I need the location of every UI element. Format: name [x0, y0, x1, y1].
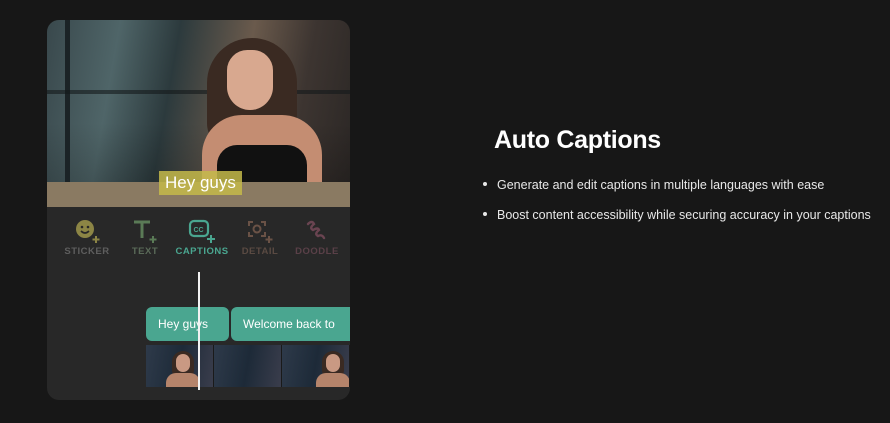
detail-icon [230, 216, 290, 246]
feature-bullets: Generate and edit captions in multiple l… [482, 178, 871, 238]
feature-bullet: Boost content accessibility while securi… [482, 208, 871, 238]
person-face [227, 50, 273, 110]
video-preview: Hey guys [47, 20, 350, 207]
text-icon [115, 216, 175, 246]
tool-doodle[interactable]: DOODLE [287, 216, 347, 257]
svg-text:CC: CC [194, 227, 204, 234]
doodle-icon [287, 216, 347, 246]
video-thumbnail [282, 345, 350, 387]
tool-label: CAPTIONS [175, 246, 229, 257]
feature-title: Auto Captions [494, 126, 661, 154]
feature-bullet: Generate and edit captions in multiple l… [482, 178, 871, 208]
tool-label: DETAIL [241, 246, 279, 257]
tool-captions[interactable]: CC CAPTIONS [172, 216, 232, 257]
video-thumbnail [146, 345, 214, 387]
window-frame [65, 20, 70, 207]
tool-label: TEXT [131, 246, 159, 257]
video-track[interactable] [146, 345, 350, 387]
playhead[interactable] [198, 272, 200, 390]
sticker-icon [57, 216, 117, 246]
window-frame-horizontal [47, 90, 350, 94]
caption-clip[interactable]: Hey guys [146, 307, 229, 341]
tool-text[interactable]: TEXT [115, 216, 175, 257]
tool-detail[interactable]: DETAIL [230, 216, 290, 257]
tool-label: DOODLE [295, 246, 339, 257]
captions-icon: CC [172, 216, 232, 246]
app-preview-card: Hey guys STICKER TEXT CC CAPTIONS DETAIL… [47, 20, 350, 400]
tool-sticker[interactable]: STICKER [57, 216, 117, 257]
caption-overlay[interactable]: Hey guys [159, 171, 242, 195]
caption-clip[interactable]: Welcome back to [231, 307, 350, 341]
video-thumbnail [214, 345, 282, 387]
tool-label: STICKER [64, 246, 110, 257]
editing-toolbar: STICKER TEXT CC CAPTIONS DETAIL DOODLE [47, 216, 350, 266]
